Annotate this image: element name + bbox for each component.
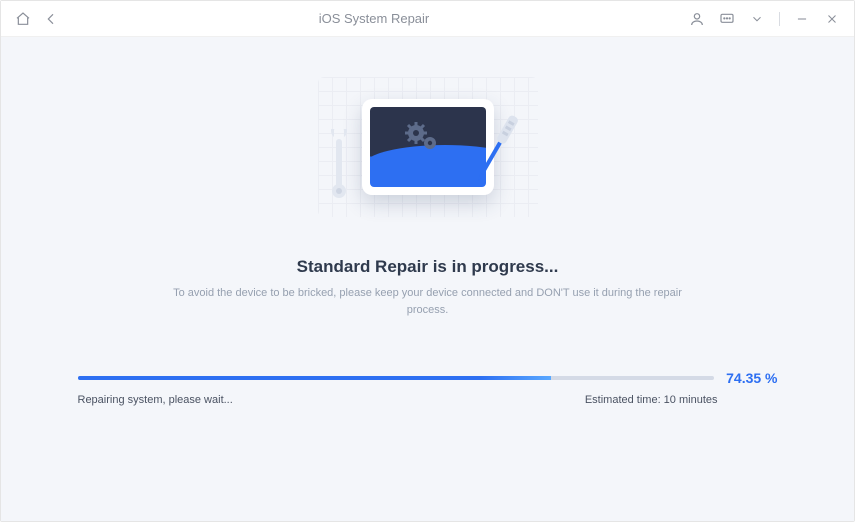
- back-icon[interactable]: [43, 11, 59, 27]
- progress-heading: Standard Repair is in progress...: [297, 257, 559, 277]
- screwdriver-icon: [466, 109, 522, 202]
- chevron-down-icon[interactable]: [749, 11, 765, 27]
- titlebar-separator: [779, 12, 780, 26]
- progress-bar: [78, 376, 715, 380]
- progress-area: 74.35 %: [78, 370, 778, 386]
- main-content: Standard Repair is in progress... To avo…: [1, 37, 854, 521]
- titlebar: iOS System Repair: [1, 1, 854, 37]
- tablet-graphic: [362, 99, 494, 195]
- progress-labels: Repairing system, please wait... Estimat…: [78, 394, 778, 406]
- progress-subtext: To avoid the device to be bricked, pleas…: [158, 285, 698, 318]
- app-window: iOS System Repair: [0, 0, 855, 522]
- titlebar-right: [689, 11, 840, 27]
- window-title: iOS System Repair: [59, 11, 689, 26]
- repair-illustration: [308, 67, 548, 227]
- progress-fill: [78, 376, 551, 380]
- titlebar-left: [15, 11, 59, 27]
- feedback-icon[interactable]: [719, 11, 735, 27]
- user-icon[interactable]: [689, 11, 705, 27]
- gear-icon: [404, 121, 444, 160]
- progress-status: Repairing system, please wait...: [78, 394, 233, 406]
- minimize-icon[interactable]: [794, 11, 810, 27]
- wrench-icon: [326, 129, 352, 204]
- progress-percent: 74.35 %: [726, 370, 777, 386]
- home-icon[interactable]: [15, 11, 31, 27]
- progress-estimated: Estimated time: 10 minutes: [585, 394, 778, 406]
- close-icon[interactable]: [824, 11, 840, 27]
